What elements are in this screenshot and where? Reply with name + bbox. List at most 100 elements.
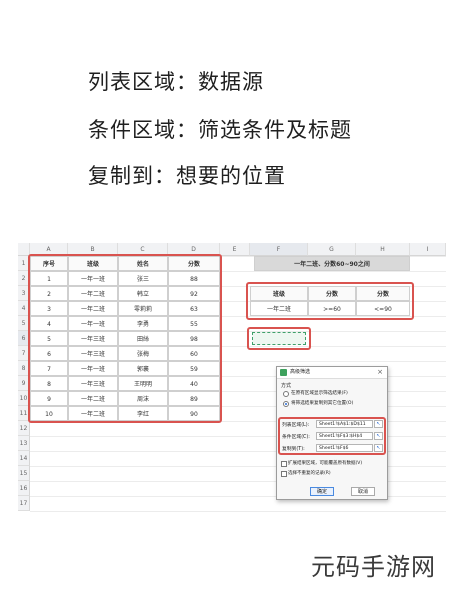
table-cell[interactable]: 3: [30, 301, 68, 316]
row-header[interactable]: 12: [18, 421, 30, 436]
table-cell[interactable]: 63: [168, 301, 220, 316]
column-header-c[interactable]: C: [118, 243, 168, 256]
table-cell[interactable]: 10: [30, 406, 68, 421]
table-header-cell[interactable]: 班级: [68, 256, 118, 271]
criteria-header-cell[interactable]: 分数: [356, 286, 410, 301]
table-cell[interactable]: 9: [30, 391, 68, 406]
column-header-h[interactable]: H: [356, 243, 410, 256]
row-header[interactable]: 6: [18, 331, 30, 346]
row-header[interactable]: 1: [18, 256, 30, 271]
row-header[interactable]: 13: [18, 436, 30, 451]
unique-records-checkbox[interactable]: [281, 471, 287, 477]
criteria-value-cell[interactable]: 一年二班: [250, 301, 308, 316]
table-cell[interactable]: 92: [168, 286, 220, 301]
table-header-cell[interactable]: 序号: [30, 256, 68, 271]
criteria-value-cell[interactable]: >=60: [308, 301, 356, 316]
cancel-button[interactable]: 取消: [351, 487, 375, 496]
table-cell[interactable]: 一年二班: [68, 391, 118, 406]
radio-filter-in-place-label[interactable]: 在原有区域显示筛选结果(F): [291, 390, 348, 396]
column-header-f[interactable]: F: [250, 243, 308, 256]
column-header-d[interactable]: D: [168, 243, 220, 256]
table-cell[interactable]: 韩立: [118, 286, 168, 301]
row-header[interactable]: 3: [18, 286, 30, 301]
unique-records-label[interactable]: 选择不重复的记录(R): [288, 470, 331, 476]
select-all-corner[interactable]: [18, 243, 30, 256]
table-cell[interactable]: 60: [168, 346, 220, 361]
table-cell[interactable]: 88: [168, 271, 220, 286]
row-header[interactable]: 17: [18, 496, 30, 511]
criteria-range-input[interactable]: Sheet1!$F$3:$H$4: [316, 432, 373, 440]
table-cell[interactable]: 59: [168, 361, 220, 376]
table-cell[interactable]: 张梅: [118, 346, 168, 361]
radio-copy-to-location-label[interactable]: 将筛选结果复制到其它位置(O): [291, 400, 353, 406]
table-cell[interactable]: 6: [30, 346, 68, 361]
row-header[interactable]: 5: [18, 316, 30, 331]
table-cell[interactable]: 4: [30, 316, 68, 331]
row-header[interactable]: 11: [18, 406, 30, 421]
table-cell[interactable]: 一年一班: [68, 316, 118, 331]
row-header[interactable]: 16: [18, 481, 30, 496]
table-cell[interactable]: 一年三班: [68, 331, 118, 346]
extend-results-label[interactable]: 扩展结果区域，可能覆盖原有数据(V): [288, 460, 362, 466]
criteria-title-cell[interactable]: 一年二班、分数60~90之间: [254, 256, 410, 271]
range-picker-icon[interactable]: ↖: [374, 432, 383, 440]
range-picker-icon[interactable]: ↖: [374, 420, 383, 428]
table-cell[interactable]: 8: [30, 376, 68, 391]
column-header-i[interactable]: I: [410, 243, 446, 256]
row-header[interactable]: 2: [18, 271, 30, 286]
criteria-value-cell[interactable]: <=90: [356, 301, 410, 316]
radio-copy-to-location[interactable]: [283, 401, 289, 407]
close-icon[interactable]: ×: [377, 367, 383, 378]
table-cell[interactable]: 1: [30, 271, 68, 286]
criteria-header-cell[interactable]: 班级: [250, 286, 308, 301]
table-cell[interactable]: 7: [30, 361, 68, 376]
column-header-g[interactable]: G: [308, 243, 356, 256]
table-cell[interactable]: 一年三班: [68, 346, 118, 361]
dialog-title: 高级筛选: [290, 369, 311, 375]
table-cell[interactable]: 零莉莉: [118, 301, 168, 316]
list-range-input[interactable]: Sheet1!$A$1:$D$11: [316, 420, 373, 428]
table-cell[interactable]: 李红: [118, 406, 168, 421]
copy-to-target-cell[interactable]: [252, 332, 306, 345]
table-cell[interactable]: 2: [30, 286, 68, 301]
table-cell[interactable]: 郭襄: [118, 361, 168, 376]
table-header-cell[interactable]: 姓名: [118, 256, 168, 271]
criteria-header-cell[interactable]: 分数: [308, 286, 356, 301]
row-header[interactable]: 9: [18, 376, 30, 391]
table-cell[interactable]: 5: [30, 331, 68, 346]
table-cell[interactable]: 一年一班: [68, 271, 118, 286]
table-cell[interactable]: 98: [168, 331, 220, 346]
table-cell[interactable]: 周沫: [118, 391, 168, 406]
copy-to-input[interactable]: Sheet1!$F$6: [316, 444, 373, 452]
range-picker-icon[interactable]: ↖: [374, 444, 383, 452]
table-cell[interactable]: 王明明: [118, 376, 168, 391]
table-cell[interactable]: 一年二班: [68, 406, 118, 421]
table-cell[interactable]: 张三: [118, 271, 168, 286]
table-cell[interactable]: 89: [168, 391, 220, 406]
table-cell[interactable]: 90: [168, 406, 220, 421]
ok-button[interactable]: 确定: [310, 487, 334, 496]
radio-filter-in-place[interactable]: [283, 391, 289, 397]
table-cell[interactable]: 李勇: [118, 316, 168, 331]
table-cell[interactable]: 一年三班: [68, 376, 118, 391]
row-header[interactable]: 14: [18, 451, 30, 466]
dialog-title-bar[interactable]: 高级筛选 ×: [277, 367, 387, 379]
row-header[interactable]: 7: [18, 346, 30, 361]
table-cell[interactable]: 一年一班: [68, 361, 118, 376]
table-cell[interactable]: 田絲: [118, 331, 168, 346]
row-header[interactable]: 8: [18, 361, 30, 376]
table-cell[interactable]: 40: [168, 376, 220, 391]
table-cell[interactable]: 一年二班: [68, 301, 118, 316]
table-cell[interactable]: 一年二班: [68, 286, 118, 301]
headline-criteria-range: 条件区域：筛选条件及标题: [88, 118, 352, 142]
row-header[interactable]: 10: [18, 391, 30, 406]
row-header[interactable]: 15: [18, 466, 30, 481]
column-header-e[interactable]: E: [220, 243, 250, 256]
headline-list-range: 列表区域：数据源: [88, 70, 264, 94]
column-header-a[interactable]: A: [30, 243, 68, 256]
table-header-cell[interactable]: 分数: [168, 256, 220, 271]
table-cell[interactable]: 55: [168, 316, 220, 331]
extend-results-checkbox[interactable]: [281, 461, 287, 467]
row-header[interactable]: 4: [18, 301, 30, 316]
column-header-b[interactable]: B: [68, 243, 118, 256]
